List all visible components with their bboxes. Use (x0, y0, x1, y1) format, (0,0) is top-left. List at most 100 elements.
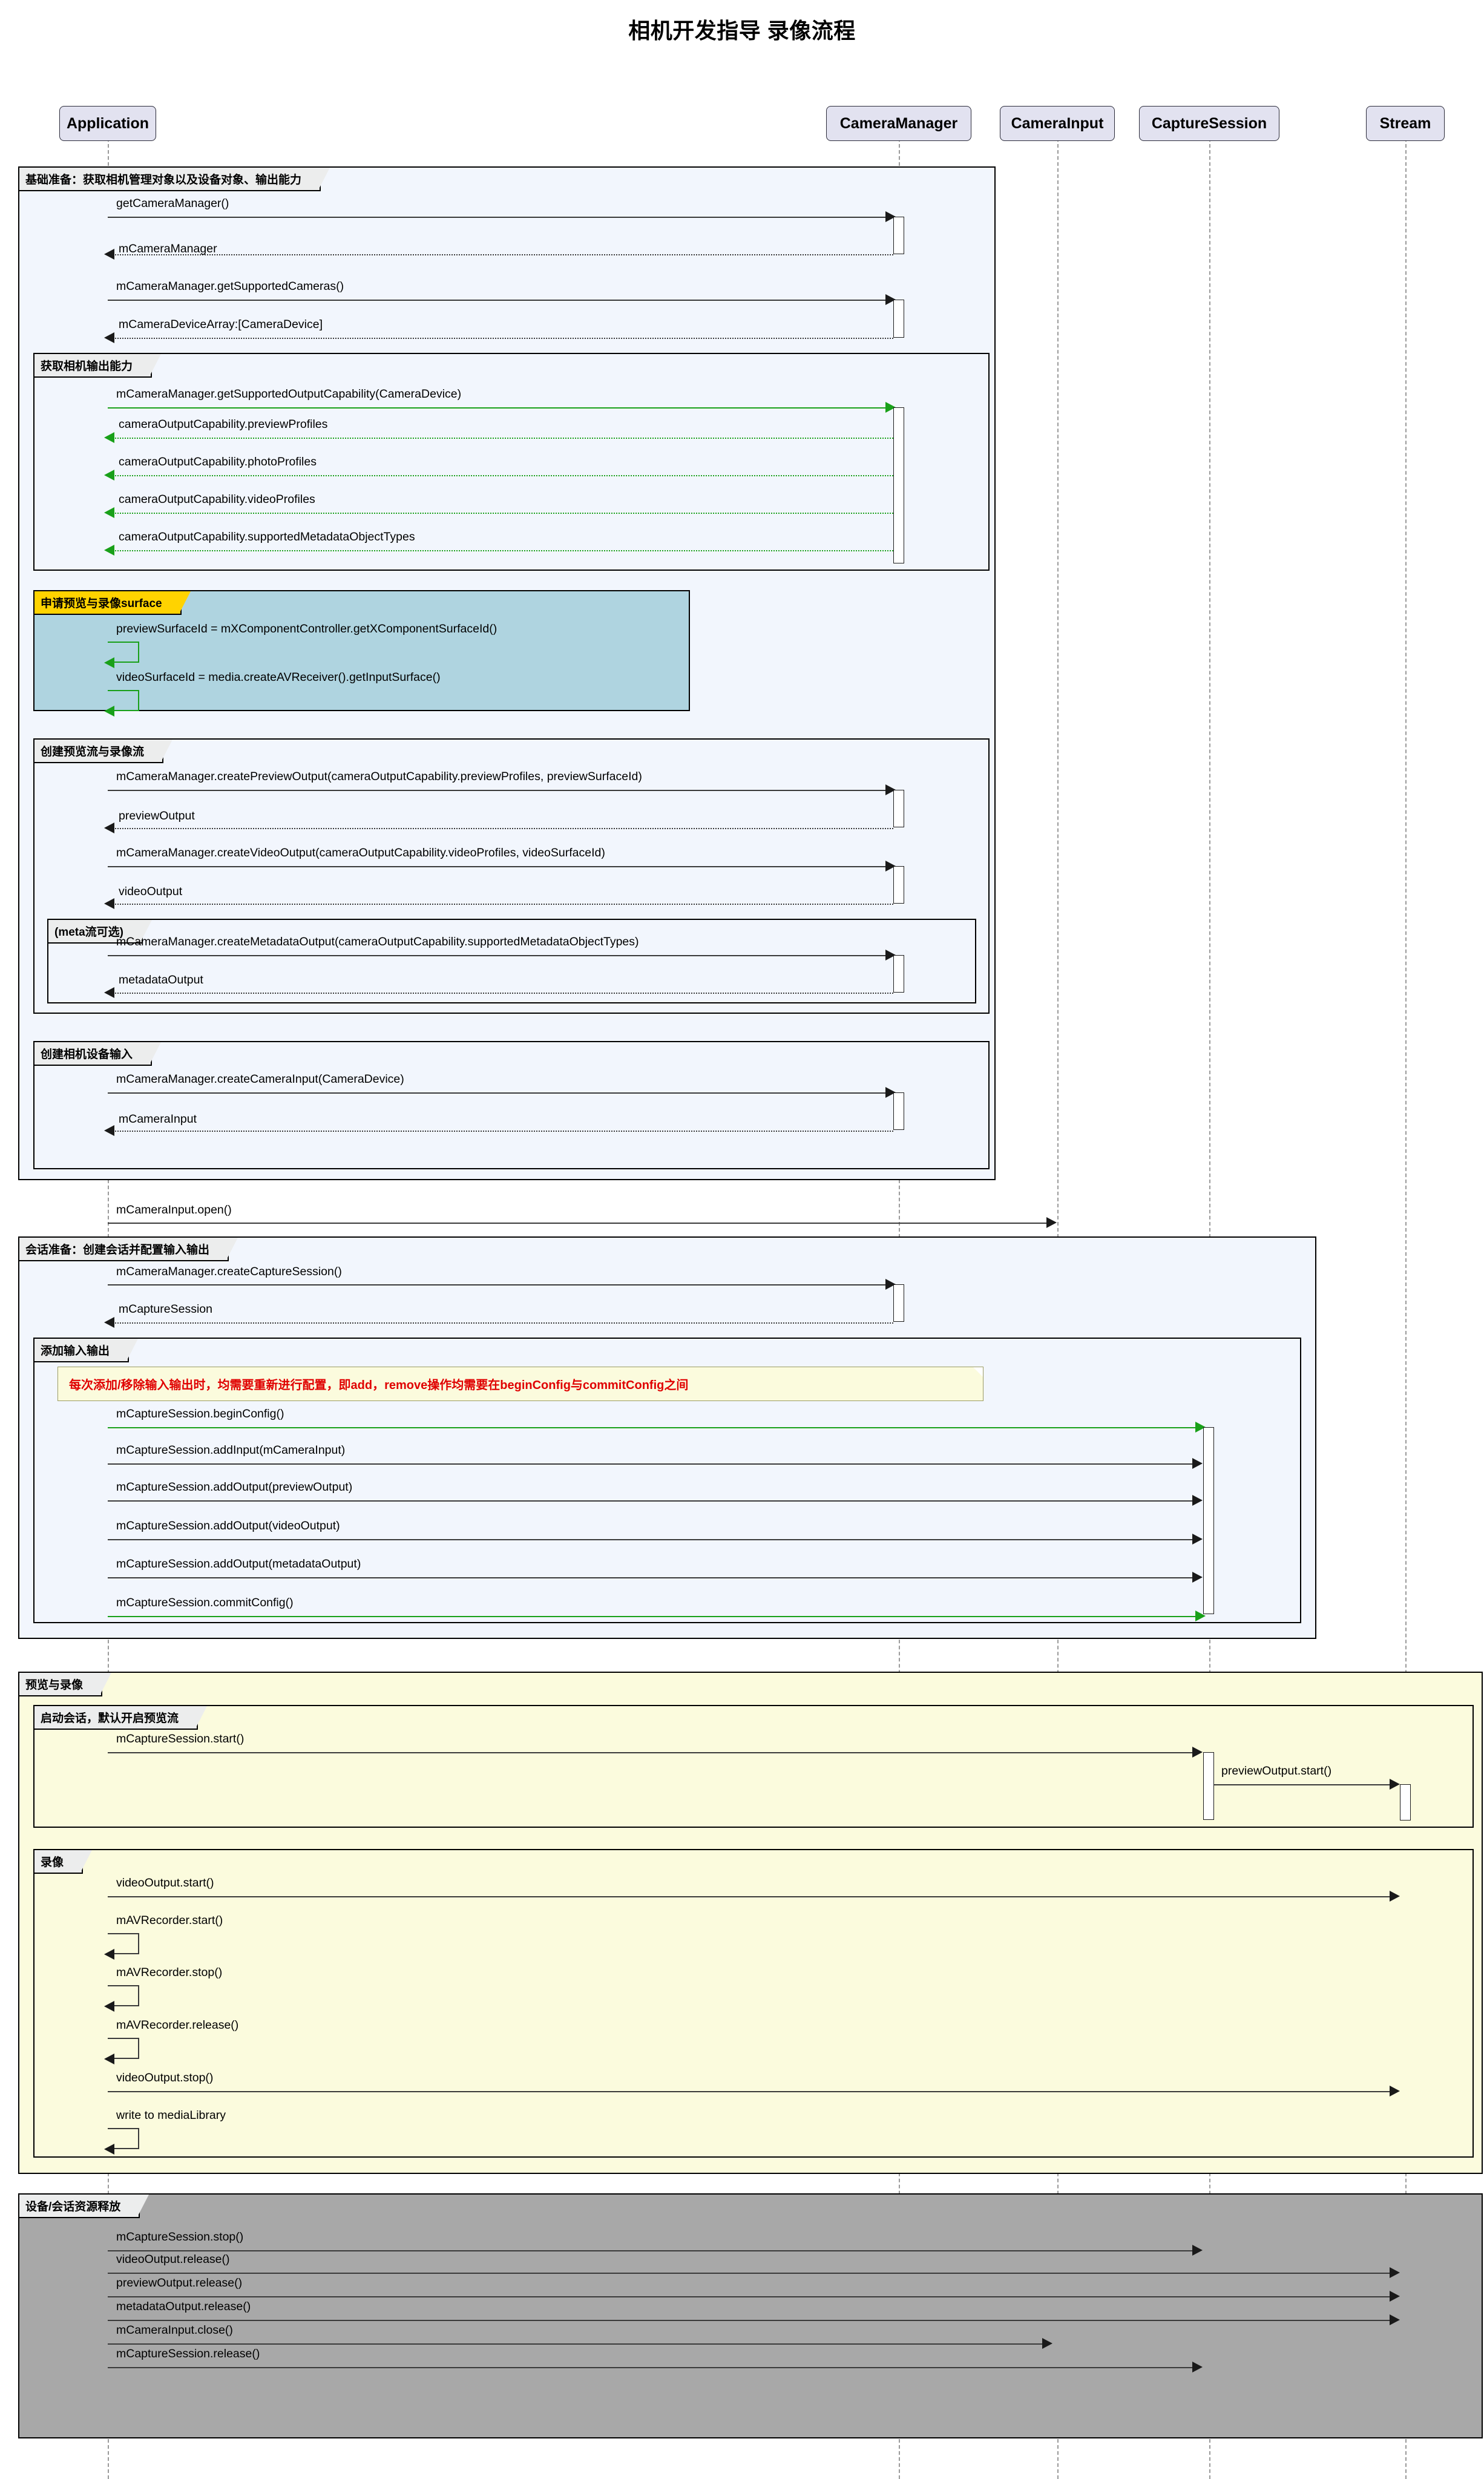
message-arrow (113, 1322, 893, 1324)
message-arrow (108, 2091, 1396, 2092)
message-arrow (1214, 1784, 1394, 1785)
message-label: write to mediaLibrary (116, 2109, 226, 2122)
message-label: mCaptureSession.addOutput(previewOutput) (116, 1480, 353, 1494)
message-label: videoOutput.stop() (116, 2071, 214, 2084)
arrow-head-icon (1192, 2245, 1203, 2256)
arrow-head-icon (1046, 1217, 1057, 1228)
message-arrow (108, 955, 887, 956)
message-arrow (108, 2320, 1396, 2321)
arrow-head-icon (1192, 1495, 1203, 1506)
message-label: mCameraManager.createPreviewOutput(camer… (116, 770, 642, 783)
message-arrow (108, 217, 887, 218)
message-arrow (113, 550, 893, 551)
arrow-head-icon (104, 470, 114, 481)
arrow-head-icon (104, 1949, 114, 1960)
message-arrow (108, 407, 887, 409)
participant-capturesession[interactable]: CaptureSession (1139, 106, 1279, 141)
arrow-head-icon (104, 987, 114, 998)
activation-bar (893, 217, 904, 254)
activation-bar (893, 790, 904, 827)
arrow-head-icon (104, 507, 114, 518)
message-arrow (108, 1539, 1198, 1540)
arrow-head-icon (1042, 2338, 1052, 2349)
message-arrow (108, 1284, 887, 1285)
message-label: mCameraManager.createCameraInput(CameraD… (116, 1072, 404, 1086)
message-arrow (113, 513, 893, 514)
group-label: 预览与录像 (19, 1673, 112, 1696)
message-label: videoOutput.release() (116, 2253, 230, 2266)
message-label: mCaptureSession.release() (116, 2347, 260, 2360)
message-arrow (108, 1752, 1198, 1753)
message-label: metadataOutput (119, 973, 203, 987)
arrow-head-icon (1192, 1572, 1203, 1583)
message-arrow (108, 2367, 1198, 2368)
message-label: videoOutput.start() (116, 1876, 214, 1890)
arrow-head-icon (104, 2001, 114, 2012)
message-label: mCaptureSession.beginConfig() (116, 1407, 284, 1420)
activation-bar (1203, 1752, 1214, 1820)
arrow-head-icon (1195, 1611, 1206, 1621)
sequence-diagram: 相机开发指导 录像流程 Application CameraManager Ca… (0, 0, 1484, 2479)
group-recording: 录像 (33, 1849, 1474, 2158)
message-arrow (108, 1896, 1396, 1897)
arrow-head-icon (1390, 1891, 1400, 1902)
arrow-head-icon (1390, 2267, 1400, 2278)
message-label: mCameraDeviceArray:[CameraDevice] (119, 318, 323, 331)
group-meta-optional: (meta流可选) (47, 919, 976, 1003)
message-arrow (108, 1577, 1198, 1578)
message-arrow (113, 475, 893, 476)
arrow-head-icon (1192, 2362, 1203, 2372)
group-label: 启动会话，默认开启预览流 (34, 1706, 208, 1730)
message-label: mAVRecorder.release() (116, 2018, 239, 2032)
message-label: previewOutput.start() (1221, 1764, 1332, 1778)
arrow-head-icon (104, 2144, 114, 2155)
activation-bar (893, 407, 904, 563)
activation-bar (893, 300, 904, 338)
participant-stream[interactable]: Stream (1366, 106, 1445, 141)
message-arrow (108, 1500, 1198, 1502)
activation-bar (893, 866, 904, 904)
message-label: mCameraManager (119, 242, 217, 255)
participant-label: CaptureSession (1151, 114, 1267, 132)
activation-bar (893, 1284, 904, 1322)
participant-label: Stream (1379, 114, 1431, 132)
participant-label: CameraManager (839, 114, 958, 132)
message-label: metadataOutput.release() (116, 2300, 251, 2313)
message-label: videoOutput (119, 885, 183, 898)
message-arrow (108, 300, 887, 301)
message-arrow (113, 993, 893, 994)
message-label: mCameraManager.createMetadataOutput(came… (116, 935, 639, 948)
group-label: 获取相机输出能力 (34, 354, 162, 378)
group-label: 基础准备：获取相机管理对象以及设备对象、输出能力 (19, 168, 330, 191)
participant-camerainput[interactable]: CameraInput (1000, 106, 1115, 141)
diagram-title: 相机开发指导 录像流程 (628, 18, 856, 43)
message-label: mCaptureSession.stop() (116, 2230, 244, 2244)
message-label: mCaptureSession.commitConfig() (116, 1596, 294, 1609)
group-label: 录像 (34, 1850, 93, 1874)
message-arrow (113, 338, 893, 339)
participant-application[interactable]: Application (59, 106, 156, 141)
message-label: mCameraManager.createVideoOutput(cameraO… (116, 846, 605, 859)
message-label: mCameraInput.close() (116, 2323, 233, 2337)
message-label: cameraOutputCapability.photoProfiles (119, 455, 317, 468)
message-label: previewSurfaceId = mXComponentController… (116, 622, 497, 635)
arrow-head-icon (104, 657, 114, 668)
group-label: 会话准备：创建会话并配置输入输出 (19, 1238, 238, 1261)
message-label: mCaptureSession (119, 1302, 212, 1316)
activation-bar (1203, 1427, 1214, 1614)
message-label: mCameraManager.getSupportedOutputCapabil… (116, 387, 462, 401)
group-label: 设备/会话资源释放 (19, 2195, 149, 2218)
participant-cameramanager[interactable]: CameraManager (826, 106, 971, 141)
arrow-head-icon (104, 249, 114, 260)
message-arrow (108, 2343, 1048, 2345)
message-label: mCameraInput.open() (116, 1203, 232, 1217)
message-arrow (108, 790, 887, 791)
message-label: previewOutput.release() (116, 2276, 243, 2290)
arrow-head-icon (1390, 2086, 1400, 2096)
group-label: 申请预览与录像surface (34, 591, 191, 615)
arrow-head-icon (104, 898, 114, 909)
participant-label: Application (66, 114, 149, 132)
dog-ear-icon (973, 1367, 983, 1377)
message-arrow (108, 1092, 887, 1094)
message-arrow (108, 2273, 1396, 2274)
